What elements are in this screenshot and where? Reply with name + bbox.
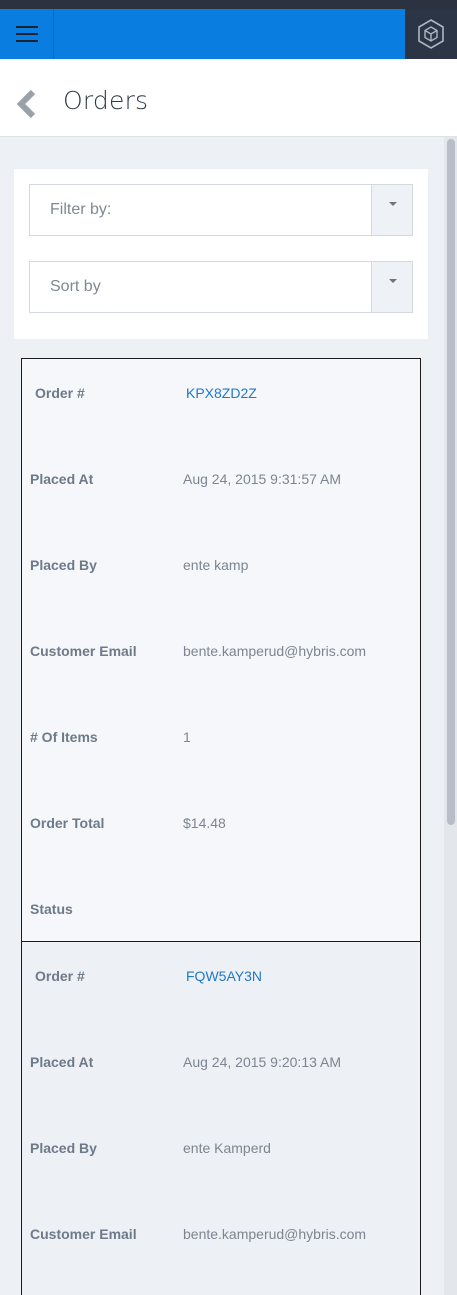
field-label: Customer Email	[30, 643, 137, 659]
field-label: # Of Items	[30, 729, 98, 745]
placed-at-row: Placed At Aug 24, 2015 9:31:57 AM	[22, 471, 420, 491]
placed-by-row: Placed By ente kamp	[22, 557, 420, 577]
sort-by-placeholder: Sort by	[50, 278, 101, 295]
field-label: Order #	[35, 385, 85, 401]
field-value: ente Kamperd	[183, 1140, 271, 1156]
field-value: bente.kamperud@hybris.com	[183, 1226, 367, 1242]
top-navbar	[0, 9, 457, 59]
sort-by-dropdown-button[interactable]	[371, 262, 412, 312]
field-value: 1	[183, 729, 191, 745]
order-number-link[interactable]: KPX8ZD2Z	[186, 385, 257, 401]
top-strip	[0, 0, 457, 9]
placed-by-row: Placed By ente Kamperd	[22, 1140, 420, 1160]
order-card[interactable]: Order # KPX8ZD2Z Placed At Aug 24, 2015 …	[21, 358, 421, 942]
sort-by-select[interactable]: Sort by	[29, 261, 413, 313]
status-row: Status	[22, 901, 420, 921]
filter-panel: Filter by: Sort by	[14, 169, 428, 339]
filter-by-placeholder: Filter by:	[50, 201, 112, 218]
field-value: ente kamp	[183, 557, 249, 573]
order-number-link[interactable]: FQW5AY3N	[186, 968, 262, 984]
order-total-row: Order Total $14.48	[22, 815, 420, 835]
filter-by-dropdown-button[interactable]	[371, 185, 412, 235]
order-number-row: Order # FQW5AY3N	[22, 968, 420, 988]
field-label: Placed At	[30, 471, 94, 487]
filter-by-select[interactable]: Filter by:	[29, 184, 413, 236]
field-label: Status	[30, 901, 73, 917]
placed-at-row: Placed At Aug 24, 2015 9:20:13 AM	[22, 1054, 420, 1074]
items-count-row: # Of Items 1	[22, 729, 420, 749]
order-card[interactable]: Order # FQW5AY3N Placed At Aug 24, 2015 …	[21, 941, 421, 1295]
customer-email-row: Customer Email bente.kamperud@hybris.com	[22, 1226, 420, 1246]
page-title: Orders	[63, 86, 149, 115]
hamburger-menu-icon[interactable]	[0, 9, 54, 59]
page-header: Orders	[0, 59, 457, 137]
chevron-left-icon[interactable]	[12, 87, 42, 121]
hexagon-cube-logo-icon[interactable]	[405, 9, 457, 59]
field-value: Aug 24, 2015 9:20:13 AM	[183, 1054, 342, 1070]
field-value: Aug 24, 2015 9:31:57 AM	[183, 471, 342, 487]
field-label: Placed By	[30, 557, 97, 573]
caret-down-icon	[389, 279, 397, 283]
field-label: Placed By	[30, 1140, 97, 1156]
field-value: $14.48	[183, 815, 226, 831]
scrollbar-thumb[interactable]	[447, 139, 455, 825]
field-label: Placed At	[30, 1054, 94, 1070]
order-number-row: Order # KPX8ZD2Z	[22, 385, 420, 405]
field-label: Order Total	[30, 815, 105, 831]
field-label: Customer Email	[30, 1226, 137, 1242]
caret-down-icon	[389, 202, 397, 206]
field-label: Order #	[35, 968, 85, 984]
field-value: bente.kamperud@hybris.com	[183, 643, 367, 659]
customer-email-row: Customer Email bente.kamperud@hybris.com	[22, 643, 420, 663]
